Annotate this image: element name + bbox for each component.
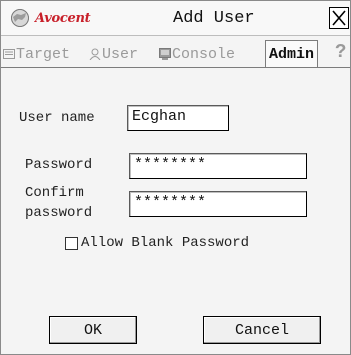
tab-target[interactable]: Target [3,43,70,65]
ok-button[interactable]: OK [49,316,137,344]
allow-blank-checkbox[interactable] [65,236,78,250]
tab-user[interactable]: User [89,43,138,65]
tab-admin-label: Admin [269,45,315,63]
brand-name: Avocent [35,10,91,26]
console-icon [159,48,171,60]
password-label: Password [25,157,93,173]
confirm-password-input[interactable]: ******** [129,191,307,217]
tab-user-label: User [102,45,139,63]
username-label: User name [19,110,95,126]
help-icon[interactable]: ? [335,41,346,63]
tab-admin[interactable]: Admin [265,40,319,67]
confirm-password-label-line2: password [25,205,93,221]
title-bar[interactable]: Avocent Add User [1,1,350,36]
avocent-logo: Avocent [9,8,91,28]
add-user-dialog: Avocent Add User Target User Console Adm… [0,0,351,355]
tab-console[interactable]: Console [159,43,235,65]
tab-target-label: Target [16,45,71,63]
username-input[interactable]: Ecghan [127,105,229,131]
dialog-title: Add User [173,9,255,28]
tab-console-label: Console [172,45,236,63]
confirm-password-label-line1: Confirm [25,185,84,201]
tab-bar: Target User Console Admin [1,37,350,68]
password-input[interactable]: ******** [129,153,307,179]
user-icon [89,48,101,60]
allow-blank-label: Allow Blank Password [81,235,250,251]
avocent-logo-icon [11,9,29,27]
allow-blank-password[interactable]: Allow Blank Password [65,235,249,251]
close-icon [332,10,346,26]
target-icon [3,49,15,59]
close-button[interactable] [329,7,349,29]
cancel-button[interactable]: Cancel [203,316,321,344]
